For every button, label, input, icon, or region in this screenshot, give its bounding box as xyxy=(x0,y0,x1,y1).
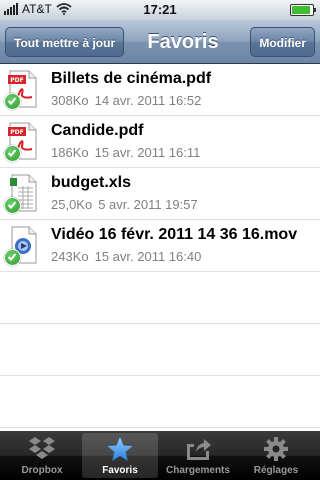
file-row[interactable]: Vidéo 16 févr. 2011 14 36 16.mov 243Ko 15… xyxy=(0,220,320,272)
navigation-bar: Tout mettre à jour Favoris Modifier xyxy=(0,20,320,64)
tab-favoris[interactable]: Favoris xyxy=(82,433,158,478)
battery-icon xyxy=(290,4,316,16)
file-date: 15 avr. 2011 16:11 xyxy=(94,145,201,160)
file-date: 14 avr. 2011 16:52 xyxy=(94,93,202,108)
empty-row xyxy=(0,376,320,428)
tab-dropbox[interactable]: Dropbox xyxy=(4,433,80,478)
tab-reglages[interactable]: Réglages xyxy=(238,433,314,478)
synced-check-icon xyxy=(4,197,21,214)
tab-label: Chargements xyxy=(166,465,230,476)
file-name: Candide.pdf xyxy=(51,122,144,139)
synced-check-icon xyxy=(4,93,21,110)
dropbox-icon xyxy=(29,437,55,459)
tab-label: Favoris xyxy=(102,465,138,476)
file-row[interactable]: budget.xls 25,0Ko 5 avr. 2011 19:57 xyxy=(0,168,320,220)
file-date: 15 avr. 2011 16:40 xyxy=(94,249,202,264)
page-title: Favoris xyxy=(147,31,219,53)
svg-text:PDF: PDF xyxy=(10,129,23,136)
file-details: 186Ko 15 avr. 2011 16:11 xyxy=(51,145,200,160)
favorites-list: PDF Billets de cinéma.pdf 308Ko 14 avr. 2… xyxy=(0,64,320,431)
upload-icon xyxy=(187,439,211,460)
file-details: 308Ko 14 avr. 2011 16:52 xyxy=(51,93,201,108)
empty-row xyxy=(0,324,320,376)
file-name: Vidéo 16 févr. 2011 14 36 16.mov xyxy=(51,226,298,243)
empty-row xyxy=(0,272,320,324)
gear-icon xyxy=(264,437,288,461)
status-bar: AT&T 17:21 xyxy=(0,0,320,20)
tab-label: Dropbox xyxy=(21,465,63,476)
synced-check-icon xyxy=(4,249,21,266)
file-name: budget.xls xyxy=(51,174,132,191)
tab-chargements[interactable]: Chargements xyxy=(160,433,236,478)
file-details: 243Ko 15 avr. 2011 16:40 xyxy=(51,249,201,264)
tab-bar: Dropbox Favoris Chargements Réglages xyxy=(0,431,320,480)
file-row[interactable]: PDF Billets de cinéma.pdf 308Ko 14 avr. 2… xyxy=(0,64,320,116)
file-name: Billets de cinéma.pdf xyxy=(51,70,212,87)
edit-button[interactable]: Modifier xyxy=(250,27,315,57)
synced-check-icon xyxy=(4,145,21,162)
clock: 17:21 xyxy=(143,2,177,17)
tab-label: Réglages xyxy=(253,465,299,476)
update-all-button[interactable]: Tout mettre à jour xyxy=(5,27,125,57)
file-row[interactable]: PDF Candide.pdf 186Ko 15 avr. 2011 16:11 xyxy=(0,116,320,168)
file-date: 5 avr. 2011 19:57 xyxy=(98,197,198,212)
file-details: 25,0Ko 5 avr. 2011 19:57 xyxy=(51,197,198,212)
file-size: 308Ko xyxy=(51,93,89,108)
file-size: 25,0Ko xyxy=(51,197,93,212)
file-size: 186Ko xyxy=(51,145,89,160)
star-icon xyxy=(107,437,133,461)
file-size: 243Ko xyxy=(51,249,89,264)
svg-text:PDF: PDF xyxy=(10,77,23,84)
